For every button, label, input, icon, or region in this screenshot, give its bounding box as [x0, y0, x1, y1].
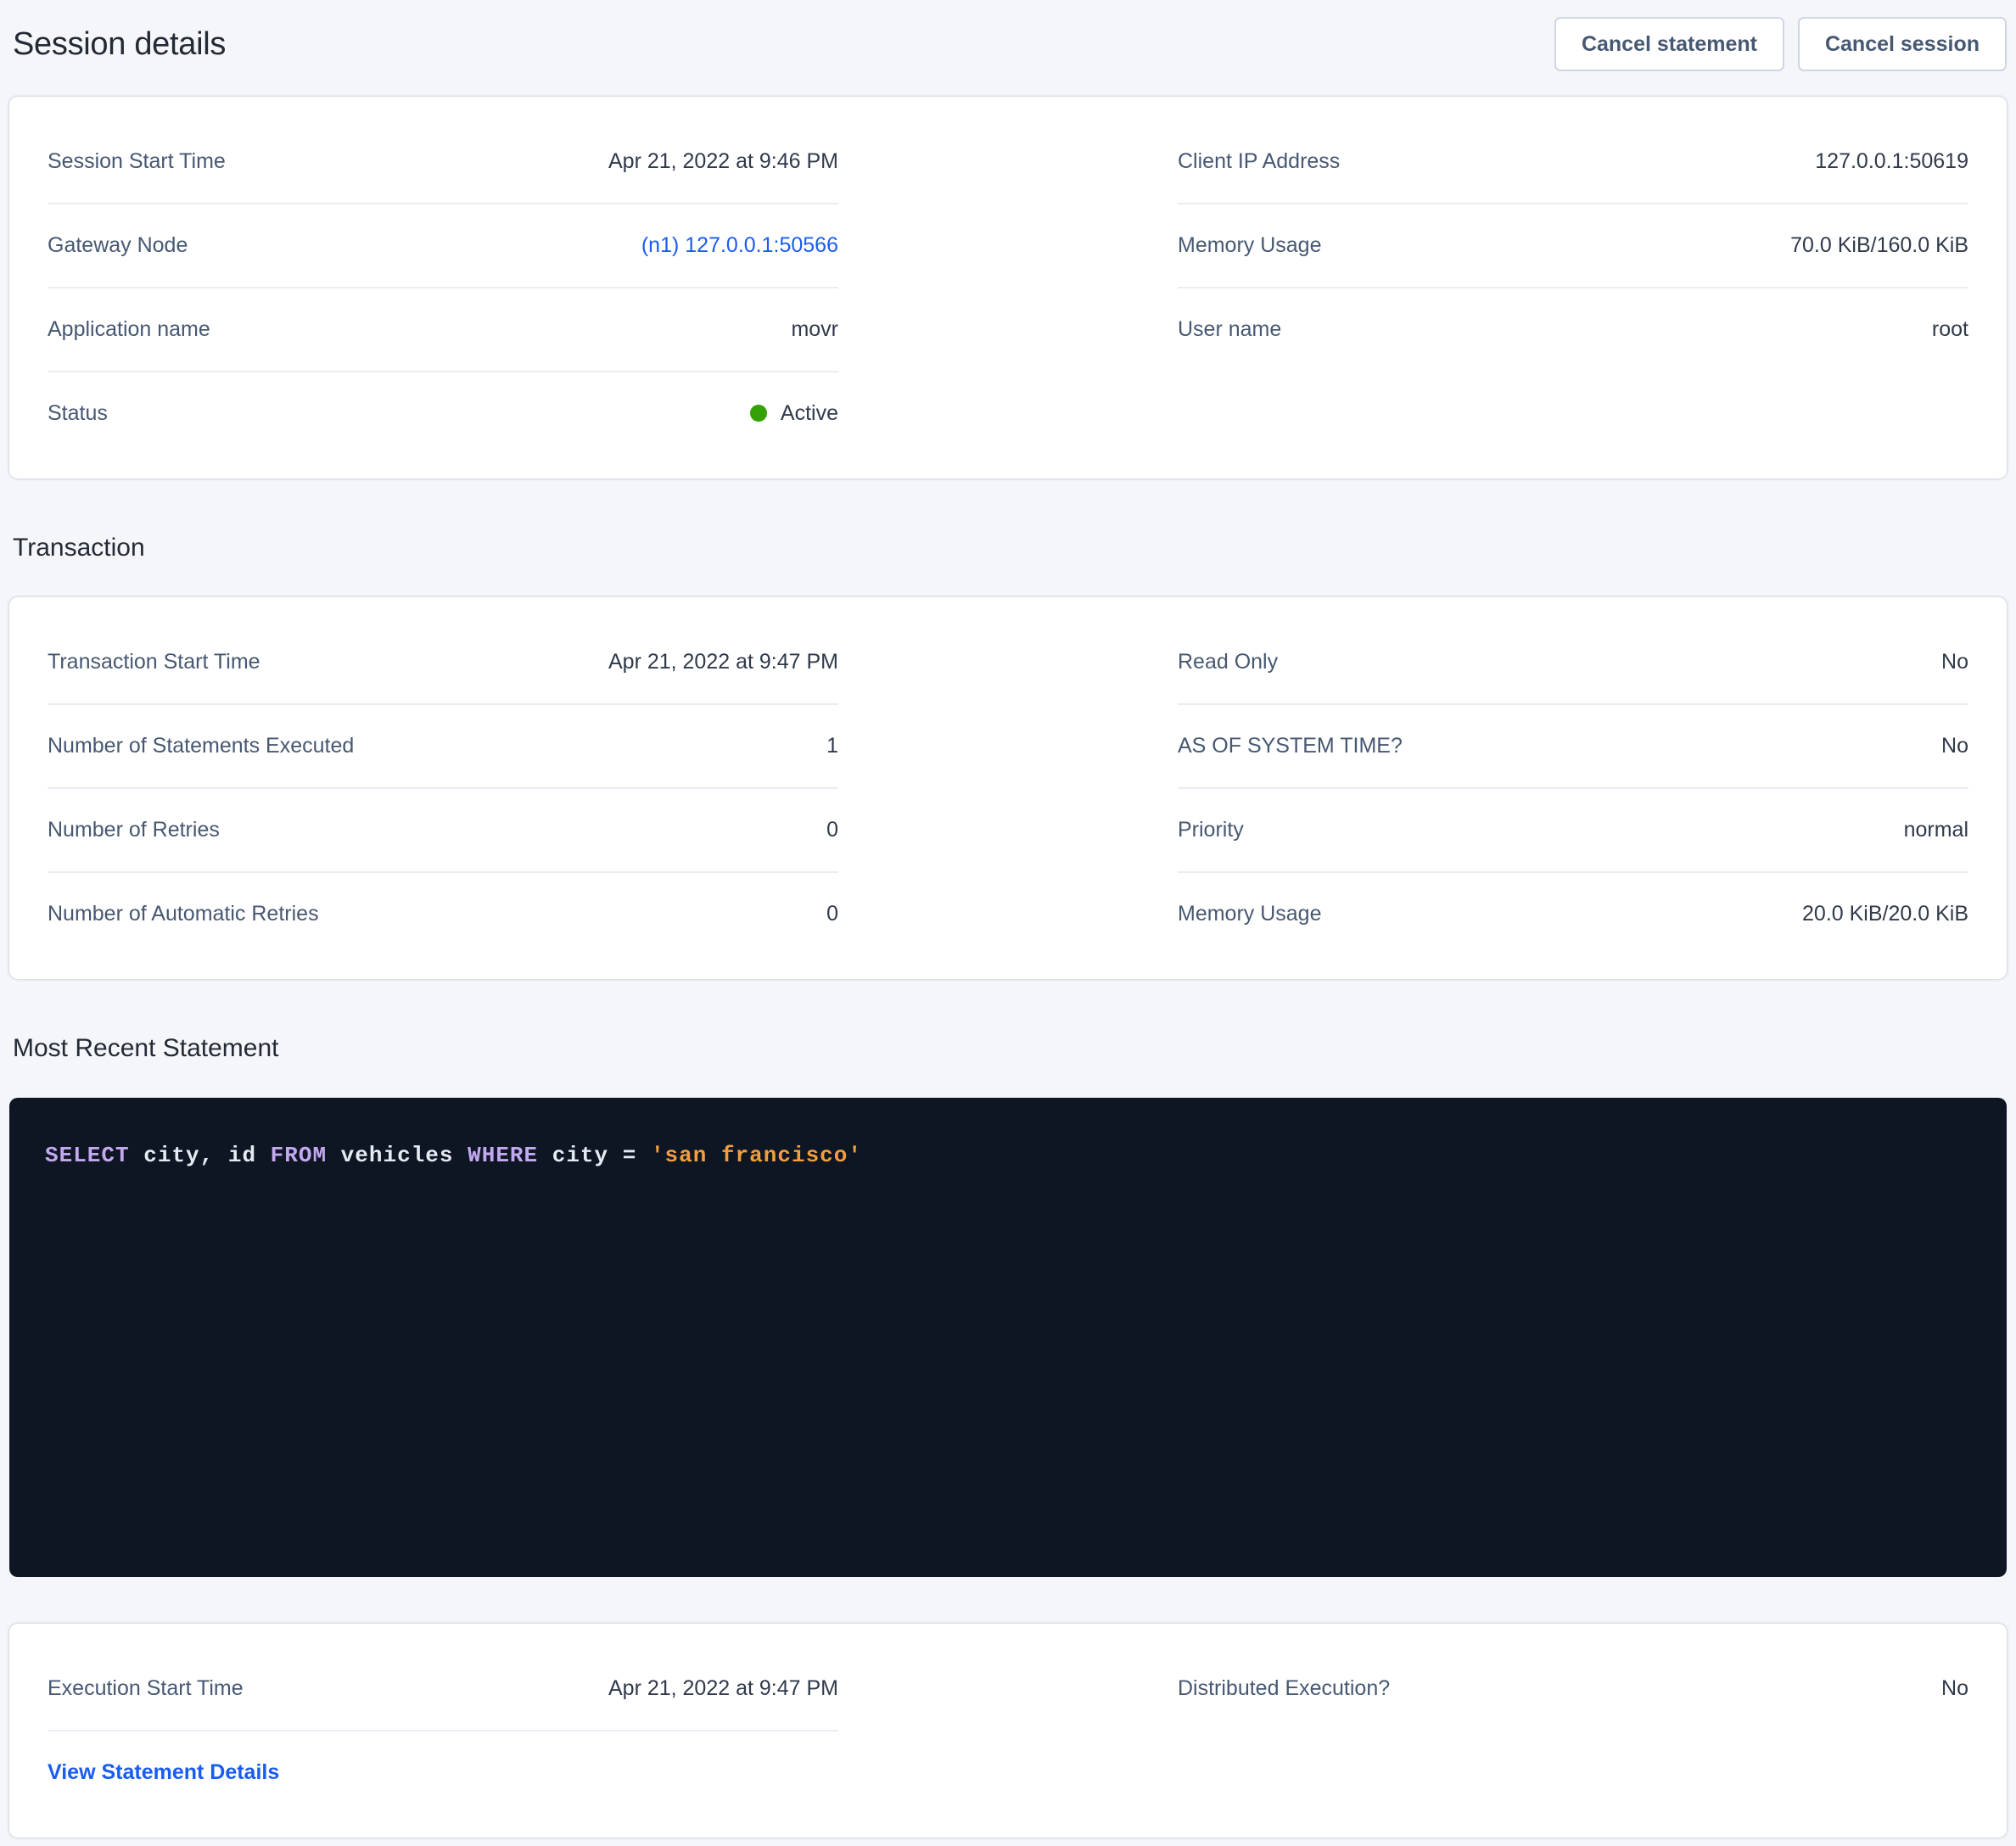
view-statement-details-row: View Statement Details [48, 1731, 838, 1814]
sql-keyword: SELECT [45, 1143, 130, 1168]
row-label: Number of Retries [48, 817, 220, 842]
row-value: 1 [826, 733, 838, 758]
page-header: Session details Cancel statement Cancel … [9, 12, 2007, 71]
row-label: Status [48, 400, 108, 426]
row-value: Apr 21, 2022 at 9:47 PM [608, 649, 838, 674]
transaction-left-column: Transaction Start Time Apr 21, 2022 at 9… [48, 621, 838, 955]
sql-plain-text: vehicles [327, 1143, 468, 1168]
sql-statement-text: SELECT city, id FROM vehicles WHERE city… [45, 1143, 862, 1168]
session-summary-card: Session Start Time Apr 21, 2022 at 9:46 … [9, 97, 2007, 478]
row-label: User name [1178, 316, 1281, 342]
row-label: Read Only [1178, 649, 1278, 674]
number-of-retries-row: Number of Retries 0 [48, 789, 838, 873]
row-label: Number of Automatic Retries [48, 901, 319, 926]
automatic-retries-row: Number of Automatic Retries 0 [48, 873, 838, 955]
transaction-section-heading: Transaction [13, 533, 2007, 563]
sql-keyword: FROM [271, 1143, 327, 1168]
header-actions: Cancel statement Cancel session [1554, 17, 2007, 71]
transaction-card: Transaction Start Time Apr 21, 2022 at 9… [9, 597, 2007, 979]
sql-plain-text: city = [538, 1143, 651, 1168]
row-value: 0 [826, 817, 838, 842]
transaction-memory-usage-row: Memory Usage 20.0 KiB/20.0 KiB [1178, 873, 1968, 955]
view-statement-details-link[interactable]: View Statement Details [48, 1760, 279, 1784]
execution-right-column: Distributed Execution? No [1178, 1647, 1968, 1814]
page-title: Session details [13, 24, 226, 64]
row-label: Execution Start Time [48, 1675, 244, 1701]
statements-executed-row: Number of Statements Executed 1 [48, 705, 838, 789]
transaction-start-time-row: Transaction Start Time Apr 21, 2022 at 9… [48, 621, 838, 705]
row-label: Application name [48, 316, 210, 342]
application-name-row: Application name movr [48, 288, 838, 372]
row-label: Gateway Node [48, 232, 188, 258]
as-of-system-time-row: AS OF SYSTEM TIME? No [1178, 705, 1968, 789]
session-summary-grid: Session Start Time Apr 21, 2022 at 9:46 … [48, 120, 1968, 455]
row-label: Memory Usage [1178, 901, 1322, 926]
row-value: Apr 21, 2022 at 9:47 PM [608, 1675, 838, 1701]
row-label: Session Start Time [48, 148, 226, 174]
row-value: No [1941, 649, 1968, 674]
execution-left-column: Execution Start Time Apr 21, 2022 at 9:4… [48, 1647, 838, 1814]
row-label: Number of Statements Executed [48, 733, 354, 758]
gateway-node-link[interactable]: (n1) 127.0.0.1:50566 [641, 232, 838, 258]
row-value: 70.0 KiB/160.0 KiB [1790, 232, 1968, 258]
session-details-page: Session details Cancel statement Cancel … [0, 0, 2016, 1838]
priority-row: Priority normal [1178, 789, 1968, 873]
session-summary-right-column: Client IP Address 127.0.0.1:50619 Memory… [1178, 120, 1968, 455]
row-value: Apr 21, 2022 at 9:46 PM [608, 148, 838, 174]
row-value: 20.0 KiB/20.0 KiB [1802, 901, 1968, 926]
status-badge: Active [781, 401, 838, 425]
distributed-execution-row: Distributed Execution? No [1178, 1647, 1968, 1730]
row-label: Distributed Execution? [1178, 1675, 1390, 1701]
sql-plain-text: city, id [130, 1143, 271, 1168]
row-value: 127.0.0.1:50619 [1815, 148, 1968, 174]
gateway-node-row: Gateway Node (n1) 127.0.0.1:50566 [48, 204, 838, 288]
row-label: Transaction Start Time [48, 649, 260, 674]
row-label: AS OF SYSTEM TIME? [1178, 733, 1403, 758]
row-value: No [1941, 733, 1968, 758]
transaction-grid: Transaction Start Time Apr 21, 2022 at 9… [48, 621, 1968, 955]
cancel-statement-button[interactable]: Cancel statement [1554, 17, 1784, 71]
sql-string-literal: 'san francisco' [651, 1143, 862, 1168]
execution-grid: Execution Start Time Apr 21, 2022 at 9:4… [48, 1647, 1968, 1814]
sql-statement-box: SELECT city, id FROM vehicles WHERE city… [9, 1098, 2007, 1577]
execution-start-time-row: Execution Start Time Apr 21, 2022 at 9:4… [48, 1647, 838, 1731]
client-ip-row: Client IP Address 127.0.0.1:50619 [1178, 120, 1968, 204]
cancel-session-button[interactable]: Cancel session [1798, 17, 2007, 71]
row-value: No [1941, 1675, 1968, 1701]
row-value: movr [791, 316, 838, 342]
read-only-row: Read Only No [1178, 621, 1968, 705]
row-value: 0 [826, 901, 838, 926]
transaction-right-column: Read Only No AS OF SYSTEM TIME? No Prior… [1178, 621, 1968, 955]
session-summary-left-column: Session Start Time Apr 21, 2022 at 9:46 … [48, 120, 838, 455]
session-memory-usage-row: Memory Usage 70.0 KiB/160.0 KiB [1178, 204, 1968, 288]
sql-keyword: WHERE [468, 1143, 538, 1168]
row-label: Priority [1178, 817, 1244, 842]
row-value: normal [1904, 817, 1968, 842]
session-start-time-row: Session Start Time Apr 21, 2022 at 9:46 … [48, 120, 838, 204]
row-label: Client IP Address [1178, 148, 1340, 174]
status-row: Status Active [48, 372, 838, 455]
row-value: root [1932, 316, 1968, 342]
statement-section-heading: Most Recent Statement [13, 1033, 2007, 1064]
active-status-dot-icon [750, 405, 767, 422]
status-value: Active [750, 400, 838, 426]
row-label: Memory Usage [1178, 232, 1322, 258]
user-name-row: User name root [1178, 288, 1968, 371]
execution-card: Execution Start Time Apr 21, 2022 at 9:4… [9, 1624, 2007, 1838]
